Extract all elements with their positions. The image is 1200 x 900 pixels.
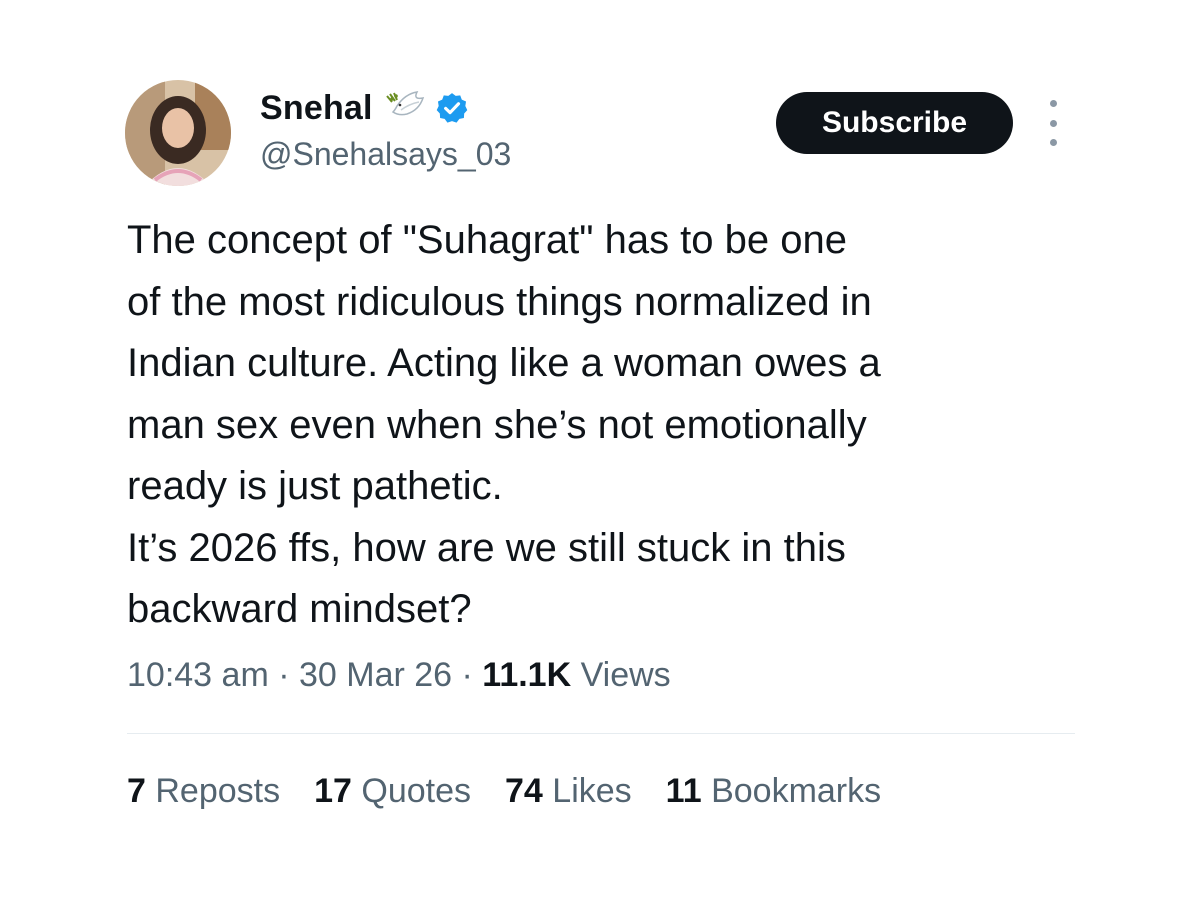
tweet-time[interactable]: 10:43 am	[127, 656, 269, 694]
bookmarks-stat[interactable]: 11 Bookmarks	[666, 772, 881, 811]
bookmarks-label: Bookmarks	[701, 772, 882, 810]
quotes-stat[interactable]: 17 Quotes	[314, 772, 471, 811]
more-vertical-icon-dot	[1049, 139, 1057, 146]
dove-emoji-icon	[383, 88, 429, 128]
views-label: Views	[571, 656, 671, 694]
likes-label: Likes	[542, 772, 632, 810]
reposts-count: 7	[127, 772, 146, 810]
subscribe-button[interactable]: Subscribe	[776, 92, 1013, 154]
quotes-count: 17	[314, 772, 352, 810]
more-vertical-icon-dot	[1049, 100, 1057, 107]
likes-count: 74	[505, 772, 543, 810]
more-options-button[interactable]	[1040, 100, 1066, 146]
reposts-stat[interactable]: 7 Reposts	[127, 772, 280, 811]
display-name[interactable]: Snehal	[260, 89, 373, 128]
tweet-text: The concept of "Suhagrat" has to be one …	[127, 218, 881, 631]
author-name-row: Snehal	[260, 86, 469, 130]
tweet-date[interactable]: 30 Mar 26	[299, 656, 452, 694]
likes-stat[interactable]: 74 Likes	[505, 772, 632, 811]
verified-badge-icon[interactable]	[435, 91, 469, 125]
avatar[interactable]	[125, 80, 231, 186]
engagement-stats: 7 Reposts 17 Quotes 74 Likes 11 Bookmark…	[127, 772, 915, 811]
views-count: 11.1K	[482, 656, 572, 694]
divider	[127, 733, 1075, 734]
bookmarks-count: 11	[665, 772, 702, 810]
tweet-meta: 10:43 am · 30 Mar 26 · 11.1K Views	[127, 656, 671, 695]
author-handle[interactable]: @Snehalsays_03	[260, 136, 511, 173]
reposts-label: Reposts	[145, 772, 281, 810]
tweet-card: Snehal @Snehalsays_03 Subscribe The conc…	[0, 0, 1200, 900]
quotes-label: Quotes	[351, 772, 472, 810]
avatar-photo-icon	[125, 80, 231, 186]
meta-separator: ·	[452, 656, 483, 694]
meta-separator: ·	[268, 656, 299, 694]
more-vertical-icon-dot	[1049, 119, 1057, 127]
